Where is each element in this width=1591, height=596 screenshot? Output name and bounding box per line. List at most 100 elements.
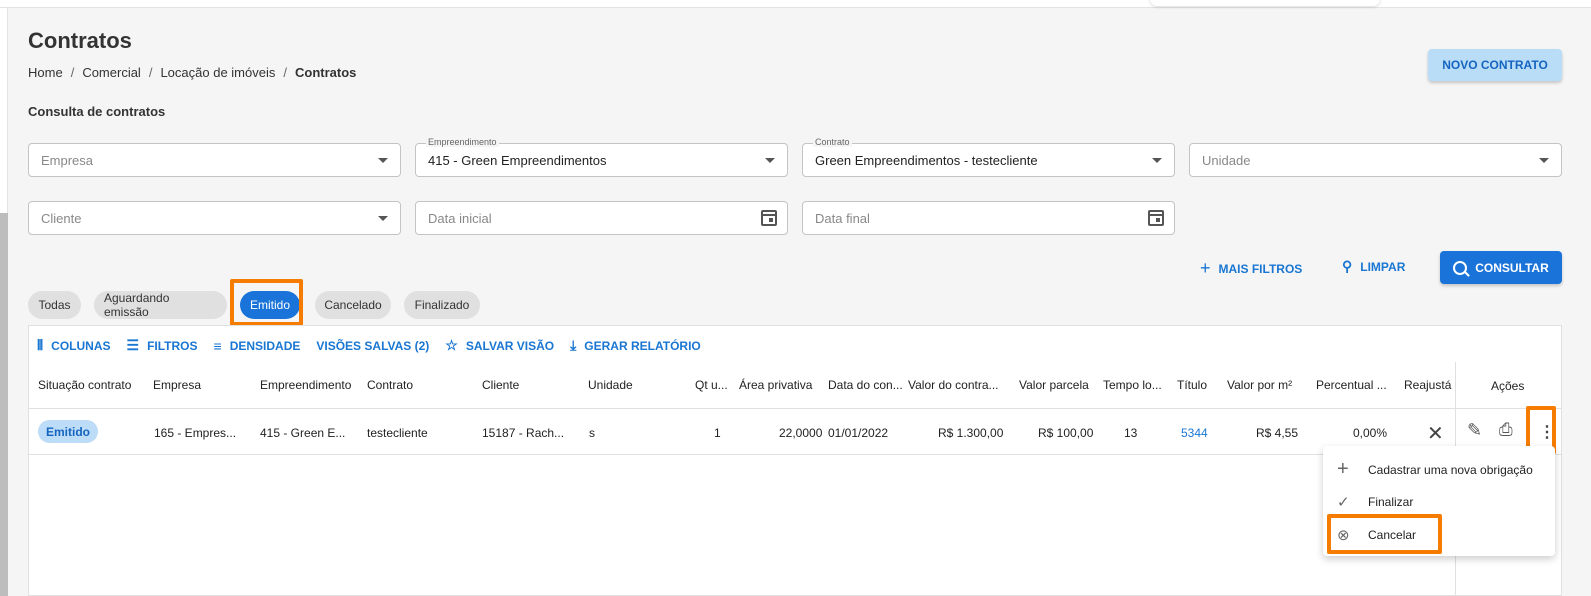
top-search-pill[interactable] bbox=[1150, 0, 1380, 6]
close-icon: ✕ bbox=[1427, 423, 1444, 445]
col-titulo[interactable]: Título bbox=[1177, 378, 1207, 392]
menu-item-label: Finalizar bbox=[1368, 495, 1414, 509]
breadcrumb-current: Contratos bbox=[294, 65, 357, 80]
menu-item-nova-obrigacao[interactable]: + Cadastrar uma nova obrigação bbox=[1323, 455, 1555, 485]
calendar-icon[interactable] bbox=[761, 210, 777, 226]
top-app-bar bbox=[0, 0, 1591, 8]
highlight-emitido-tab bbox=[230, 279, 303, 326]
plus-icon: + bbox=[1337, 458, 1349, 480]
empresa-placeholder: Empresa bbox=[41, 152, 94, 168]
contrato-select[interactable]: Contrato Green Empreendimentos - testecl… bbox=[802, 137, 1175, 177]
col-valor-contrato[interactable]: Valor do contra... bbox=[908, 378, 999, 392]
unidade-placeholder: Unidade bbox=[1202, 152, 1251, 168]
calendar-icon[interactable] bbox=[1148, 210, 1164, 226]
col-valor-m2[interactable]: Valor por m² bbox=[1227, 378, 1292, 392]
breadcrumb-comercial[interactable]: Comercial bbox=[82, 65, 141, 80]
col-qt[interactable]: Qt u... bbox=[695, 378, 728, 392]
col-situacao[interactable]: Situação contrato bbox=[38, 378, 131, 392]
breadcrumb: Home / Comercial / Locação de imóveis / Con… bbox=[28, 65, 357, 80]
columns-button[interactable]: ⦀ COLUNAS bbox=[37, 337, 111, 354]
empreendimento-select[interactable]: Empreendimento 415 - Green Empreendiment… bbox=[415, 137, 788, 177]
menu-item-label: Cadastrar uma nova obrigação bbox=[1368, 463, 1533, 477]
page-title: Contratos bbox=[28, 28, 132, 53]
clear-button[interactable]: ⚲ LIMPAR bbox=[1342, 258, 1405, 275]
tab-todas[interactable]: Todas bbox=[28, 291, 81, 319]
tab-finalizado[interactable]: Finalizado bbox=[404, 291, 480, 319]
search-button[interactable]: CONSULTAR bbox=[1440, 251, 1562, 284]
cell-titulo-link[interactable]: 5344 bbox=[1181, 426, 1208, 440]
data-inicial-input[interactable]: Data inicial bbox=[415, 201, 788, 235]
cell-empreendimento: 415 - Green E... bbox=[260, 426, 346, 440]
cell-cliente: 15187 - Rach... bbox=[482, 426, 565, 440]
col-empreendimento[interactable]: Empreendimento bbox=[260, 378, 351, 392]
chevron-down-icon bbox=[378, 158, 388, 163]
star-icon: ☆ bbox=[445, 337, 458, 353]
col-reajustavel[interactable]: Reajustá bbox=[1404, 378, 1454, 392]
cell-valor-contrato: R$ 1.300,00 bbox=[938, 426, 1004, 440]
col-valor-parcela[interactable]: Valor parcela bbox=[1019, 378, 1089, 392]
data-final-placeholder: Data final bbox=[815, 210, 870, 226]
more-filters-button[interactable]: + MAIS FILTROS bbox=[1200, 258, 1302, 279]
cell-percentual: 0,00% bbox=[1353, 426, 1388, 440]
contrato-value: Green Empreendimentos - testecliente bbox=[815, 152, 1038, 168]
table-header: Situação contrato Empresa Empreendimento… bbox=[29, 362, 1561, 409]
sidebar-scroll-area bbox=[0, 213, 8, 596]
plus-icon: + bbox=[1200, 258, 1211, 278]
download-icon: ⤓ bbox=[570, 337, 577, 353]
search-icon bbox=[1453, 260, 1468, 275]
report-button[interactable]: ⤓ GERAR RELATÓRIO bbox=[570, 337, 701, 354]
save-view-label: SALVAR VISÃO bbox=[465, 338, 555, 353]
col-contrato[interactable]: Contrato bbox=[367, 378, 413, 392]
density-button[interactable]: ≡ DENSIDADE bbox=[214, 337, 301, 354]
filters-button[interactable]: ☰ FILTROS bbox=[127, 337, 198, 354]
unidade-select[interactable]: Unidade bbox=[1189, 143, 1562, 177]
cell-contrato: testecliente bbox=[367, 426, 428, 440]
contrato-label: Contrato bbox=[813, 137, 852, 147]
cell-qt: 1 bbox=[714, 426, 721, 440]
filters-label: FILTROS bbox=[147, 338, 198, 353]
data-inicial-placeholder: Data inicial bbox=[428, 210, 492, 226]
broom-icon: ⚲ bbox=[1342, 258, 1353, 274]
status-badge: Emitido bbox=[38, 420, 98, 443]
left-sidebar-edge bbox=[0, 8, 8, 596]
report-label: GERAR RELATÓRIO bbox=[584, 338, 701, 353]
col-empresa[interactable]: Empresa bbox=[153, 378, 201, 392]
clear-label: LIMPAR bbox=[1360, 259, 1406, 274]
empreendimento-value: 415 - Green Empreendimentos bbox=[428, 152, 607, 168]
saved-views-button[interactable]: VISÕES SALVAS (2) bbox=[316, 337, 429, 354]
chevron-down-icon bbox=[378, 216, 388, 221]
cell-valor-m2: R$ 4,55 bbox=[1256, 426, 1299, 440]
col-cliente[interactable]: Cliente bbox=[482, 378, 519, 392]
cliente-placeholder: Cliente bbox=[41, 210, 82, 226]
empreendimento-label: Empreendimento bbox=[426, 137, 499, 147]
col-tempo[interactable]: Tempo lo... bbox=[1103, 378, 1162, 392]
cell-empresa: 165 - Empres... bbox=[154, 426, 237, 440]
cell-unidade: s bbox=[589, 426, 595, 440]
check-icon: ✓ bbox=[1337, 494, 1350, 511]
density-label: DENSIDADE bbox=[229, 338, 301, 353]
search-button-label: CONSULTAR bbox=[1475, 260, 1549, 275]
col-percentual[interactable]: Percentual ... bbox=[1316, 378, 1387, 392]
menu-item-finalizar[interactable]: ✓ Finalizar bbox=[1323, 487, 1555, 517]
breadcrumb-locacao[interactable]: Locação de imóveis bbox=[160, 65, 275, 80]
new-contract-button[interactable]: NOVO CONTRATO bbox=[1428, 49, 1562, 81]
col-data[interactable]: Data do con... bbox=[828, 378, 903, 392]
more-filters-label: MAIS FILTROS bbox=[1218, 261, 1303, 276]
col-area[interactable]: Área privativa bbox=[739, 378, 812, 392]
breadcrumb-home[interactable]: Home bbox=[28, 65, 63, 80]
filter-icon: ☰ bbox=[126, 337, 140, 353]
data-final-input[interactable]: Data final bbox=[802, 201, 1175, 235]
highlight-cancel-item bbox=[1327, 514, 1442, 554]
tab-cancelado[interactable]: Cancelado bbox=[315, 291, 391, 319]
empresa-select[interactable]: Empresa bbox=[28, 143, 401, 177]
col-unidade[interactable]: Unidade bbox=[588, 378, 633, 392]
cell-data: 01/01/2022 bbox=[828, 426, 889, 440]
save-view-button[interactable]: ☆ SALVAR VISÃO bbox=[445, 337, 554, 354]
section-title: Consulta de contratos bbox=[28, 104, 166, 119]
grid-toolbar: ⦀ COLUNAS ☰ FILTROS ≡ DENSIDADE VISÕES SALV… bbox=[37, 337, 701, 354]
chevron-down-icon bbox=[1152, 158, 1162, 163]
tab-aguardando-emissao[interactable]: Aguardando emissão bbox=[94, 291, 227, 319]
chevron-down-icon bbox=[765, 158, 775, 163]
saved-views-label: VISÕES SALVAS (2) bbox=[316, 338, 430, 353]
cliente-select[interactable]: Cliente bbox=[28, 201, 401, 235]
